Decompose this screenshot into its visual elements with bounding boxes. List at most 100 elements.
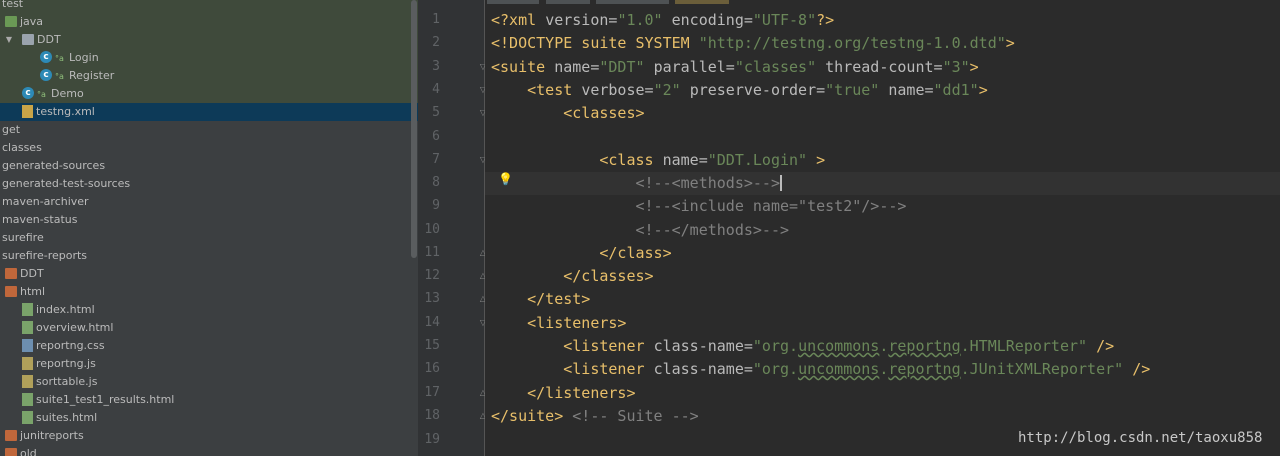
tab-stub[interactable] <box>596 0 669 4</box>
folder-orange-icon <box>5 448 17 456</box>
line-number: 19 <box>424 432 440 447</box>
tab-stub[interactable] <box>546 0 590 4</box>
tree-item-label: maven-status <box>2 213 78 226</box>
line-number: 6 <box>432 129 440 144</box>
line-number: 11 <box>424 245 440 260</box>
js-file-icon <box>22 375 33 388</box>
code-line-11: </class> <box>599 244 672 262</box>
tree-item[interactable]: classes <box>0 139 418 157</box>
tree-item-label: test <box>2 0 24 10</box>
line-number: 1 <box>432 12 440 27</box>
class-icon: c <box>40 51 52 63</box>
tree-item-label: suite1_test1_results.html <box>36 393 175 406</box>
tree-item-label: reportng.css <box>36 339 105 352</box>
text-caret <box>780 175 782 191</box>
tree-item[interactable]: maven-archiver <box>0 193 418 211</box>
line-number: 5 <box>432 105 440 120</box>
js-file-icon <box>22 357 33 370</box>
tree-item[interactable]: c °a Demo <box>0 85 418 103</box>
line-number: 2 <box>432 35 440 50</box>
tree-item[interactable]: overview.html <box>0 319 418 337</box>
access-modifier-icon: °a <box>55 72 64 81</box>
code-line-7: <class name="DDT.Login" > <box>599 151 826 169</box>
project-tree-scrollbar[interactable] <box>411 0 417 258</box>
folder-green-icon <box>5 16 17 27</box>
code-line-10: <!--</methods>--> <box>635 221 790 239</box>
tree-item-label: generated-test-sources <box>2 177 131 190</box>
tree-item[interactable]: test <box>0 0 418 13</box>
tab-stub[interactable] <box>487 0 539 4</box>
code-line-12: </classes> <box>563 267 654 285</box>
html-file-icon <box>22 303 33 316</box>
class-icon: c <box>40 69 52 81</box>
tree-item[interactable]: surefire-reports <box>0 247 418 265</box>
code-line-17: </listeners> <box>527 384 636 402</box>
tree-item[interactable]: index.html <box>0 301 418 319</box>
project-tree-panel: test java ▼ DDT c °a Login c °a Register c °a Demo te… <box>0 0 418 456</box>
tree-item-label: html <box>20 285 46 298</box>
tree-item[interactable]: DDT <box>0 265 418 283</box>
line-number: 14 <box>424 315 440 330</box>
code-line-15: <listener class-name="org.uncommons.repo… <box>563 337 1115 355</box>
tree-item[interactable]: java <box>0 13 418 31</box>
tree-item[interactable]: junitreports <box>0 427 418 445</box>
tree-item[interactable]: maven-status <box>0 211 418 229</box>
css-file-icon <box>22 339 33 352</box>
folder-orange-icon <box>5 268 17 279</box>
tree-item[interactable]: sorttable.js <box>0 373 418 391</box>
line-number: 8 <box>432 175 440 190</box>
class-icon: c <box>22 87 34 99</box>
line-number: 4 <box>432 82 440 97</box>
tree-item[interactable]: old <box>0 445 418 456</box>
line-number: 12 <box>424 268 440 283</box>
tree-item-label: index.html <box>36 303 95 316</box>
chevron-down-icon[interactable]: ▼ <box>4 31 14 49</box>
tree-item-label: generated-sources <box>2 159 106 172</box>
line-number: 15 <box>424 338 440 353</box>
code-line-16: <listener class-name="org.uncommons.repo… <box>563 360 1151 378</box>
tree-item[interactable]: ▼ DDT <box>0 31 418 49</box>
tree-item-label: DDT <box>37 33 61 46</box>
tree-item[interactable]: reportng.css <box>0 337 418 355</box>
tree-item-label: get <box>2 123 21 136</box>
tree-item-label: suites.html <box>36 411 98 424</box>
tree-item[interactable]: generated-test-sources <box>0 175 418 193</box>
folder-orange-icon <box>5 430 17 441</box>
tree-item-label: Register <box>69 69 115 82</box>
code-line-8: <!--<methods>--> <box>635 174 782 192</box>
tree-item[interactable]: suites.html <box>0 409 418 427</box>
tree-item-label: surefire <box>2 231 44 244</box>
code-line-1: <?xml version="1.0" encoding="UTF-8"?> <box>491 11 835 29</box>
access-modifier-icon: °a <box>37 90 46 99</box>
tree-item[interactable]: html <box>0 283 418 301</box>
lightbulb-icon[interactable]: 💡 <box>498 172 513 186</box>
tree-item[interactable]: get <box>0 121 418 139</box>
line-number: 16 <box>424 361 440 376</box>
code-line-13: </test> <box>527 290 591 308</box>
tree-item[interactable]: reportng.js <box>0 355 418 373</box>
tree-item-label: java <box>20 15 44 28</box>
tree-item[interactable]: generated-sources <box>0 157 418 175</box>
code-line-2: <!DOCTYPE suite SYSTEM "http://testng.or… <box>491 34 1015 52</box>
tree-item[interactable]: c °a Register <box>0 67 418 85</box>
tree-item[interactable]: c °a Login <box>0 49 418 67</box>
line-number: 3 <box>432 59 440 74</box>
tab-stub[interactable] <box>675 0 729 4</box>
tree-item-label: reportng.js <box>36 357 96 370</box>
tree-item[interactable]: suite1_test1_results.html <box>0 391 418 409</box>
tree-item-label: DDT <box>20 267 44 280</box>
access-modifier-icon: °a <box>55 54 64 63</box>
watermark: http://blog.csdn.net/taoxu858 <box>1018 430 1263 446</box>
tree-item-label: Login <box>69 51 99 64</box>
editor-gutter: 1 2 3 4 5 6 7 8 9 10 11 12 13 14 15 16 17 18 19 ▽ ▽ ▽ ▽ △ △ △ ▽ △ △ <box>418 0 486 456</box>
line-number: 17 <box>424 385 440 400</box>
code-editor[interactable]: <?xml version="1.0" encoding="UTF-8"?> <… <box>485 0 1280 456</box>
line-number: 7 <box>432 152 440 167</box>
line-number: 9 <box>432 198 440 213</box>
tree-item[interactable]: testng.xml <box>0 103 418 121</box>
tree-item-label: Demo <box>51 87 84 100</box>
tree-item-label: testng.xml <box>36 105 95 118</box>
tree-item[interactable]: surefire <box>0 229 418 247</box>
tree-item-label: old <box>20 447 37 456</box>
line-number: 10 <box>424 222 440 237</box>
